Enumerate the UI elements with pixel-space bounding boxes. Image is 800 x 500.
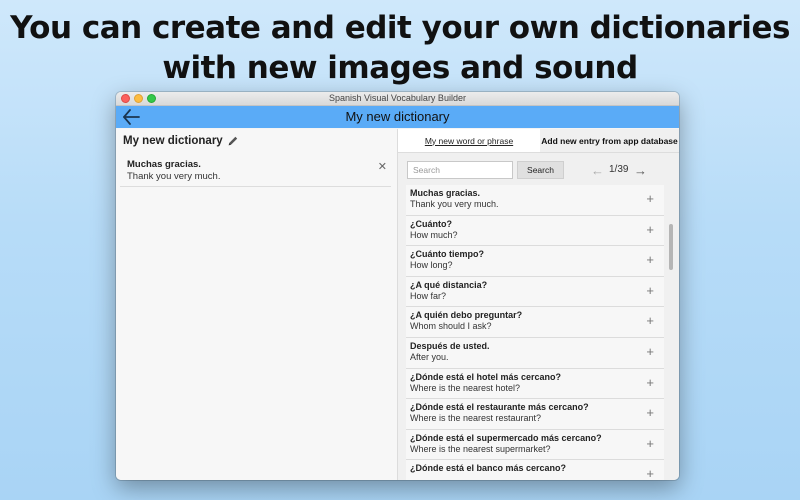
list-item[interactable]: ¿A qué distancia? How far? + xyxy=(406,276,664,308)
item-spanish: Muchas gracias. xyxy=(410,188,481,198)
pencil-icon[interactable] xyxy=(227,135,239,147)
entry-spanish: Muchas gracias. xyxy=(127,159,201,170)
item-spanish: ¿Dónde está el supermercado más cercano? xyxy=(410,432,602,443)
tab-app-database[interactable]: Add new entry from app database xyxy=(540,129,679,152)
list-item[interactable]: ¿Dónde está el banco más cercano? + xyxy=(406,460,664,480)
title-bar: Spanish Visual Vocabulary Builder xyxy=(116,92,679,106)
nav-title: My new dictionary xyxy=(345,109,450,124)
plus-icon[interactable]: + xyxy=(646,252,654,267)
item-spanish: ¿A qué distancia? xyxy=(410,279,488,290)
item-english: After you. xyxy=(410,351,449,362)
plus-icon[interactable]: + xyxy=(646,283,654,298)
list-item[interactable]: ¿Cuánto tiempo? How long? + xyxy=(406,246,664,277)
item-spanish: ¿Dónde está el banco más cercano? xyxy=(410,463,567,474)
search-button[interactable]: Search xyxy=(517,161,564,179)
promo-line-2: with new images and sound xyxy=(162,50,638,86)
promo-headline: You can create and edit your own diction… xyxy=(0,8,800,88)
item-english: How long? xyxy=(410,260,453,271)
item-english: Where is the nearest hotel? xyxy=(410,382,521,393)
item-english: Whom should I ask? xyxy=(410,321,492,332)
window-title: Spanish Visual Vocabulary Builder xyxy=(329,93,466,103)
item-spanish: Después de usted. xyxy=(410,340,490,351)
list-item[interactable]: Muchas gracias. Thank you very much. + xyxy=(406,185,664,216)
page-indicator: 1/39 xyxy=(609,164,629,175)
promo-line-1: You can create and edit your own diction… xyxy=(10,10,790,46)
nav-bar: My new dictionary xyxy=(116,106,679,128)
arrow-right-icon[interactable]: → xyxy=(634,163,647,178)
dictionary-title-row: My new dictionary xyxy=(116,129,397,153)
database-list: Muchas gracias. Thank you very much. + ¿… xyxy=(406,185,664,480)
search-input[interactable] xyxy=(407,161,513,179)
item-spanish: ¿Cuánto? xyxy=(410,218,452,229)
list-item[interactable]: ¿Dónde está el restaurante más cercano? … xyxy=(406,399,664,430)
item-english: Thank you very much. xyxy=(410,199,499,209)
list-item[interactable]: Después de usted. After you. + xyxy=(406,337,664,369)
entry-english: Thank you very much. xyxy=(127,171,221,182)
arrow-left-icon[interactable]: ← xyxy=(591,163,604,178)
tab-bar: My new word or phrase Add new entry from… xyxy=(398,129,679,153)
list-item[interactable]: ¿Dónde está el supermercado más cercano?… xyxy=(406,429,664,461)
app-window: Spanish Visual Vocabulary Builder My new… xyxy=(116,92,679,480)
list-item[interactable]: ¿A quién debo preguntar? Whom should I a… xyxy=(406,307,664,338)
close-icon[interactable]: ✕ xyxy=(378,160,387,173)
item-english: How far? xyxy=(410,290,447,301)
item-english: Where is the nearest restaurant? xyxy=(410,413,542,424)
search-row: Search ← 1/39 → xyxy=(398,153,679,185)
item-spanish: ¿Dónde está el restaurante más cercano? xyxy=(410,402,589,413)
dictionary-entry[interactable]: Muchas gracias. Thank you very much. ✕ xyxy=(120,157,391,187)
plus-icon[interactable]: + xyxy=(646,222,654,237)
dictionary-title: My new dictionary xyxy=(123,135,223,147)
list-item[interactable]: ¿Cuánto? How much? + xyxy=(406,215,664,247)
plus-icon[interactable]: + xyxy=(646,375,654,390)
item-english: How much? xyxy=(410,229,458,240)
plus-icon[interactable]: + xyxy=(646,344,654,359)
plus-icon[interactable]: + xyxy=(646,466,654,480)
list-item[interactable]: ¿Dónde está el hotel más cercano? Where … xyxy=(406,368,664,400)
item-spanish: ¿Cuánto tiempo? xyxy=(410,249,484,260)
scrollbar[interactable] xyxy=(669,224,673,270)
tab-my-word[interactable]: My new word or phrase xyxy=(398,129,540,152)
item-english: Where is the nearest supermarket? xyxy=(410,443,551,454)
plus-icon[interactable]: + xyxy=(646,191,654,206)
plus-icon[interactable]: + xyxy=(646,436,654,451)
plus-icon[interactable]: + xyxy=(646,405,654,420)
item-spanish: ¿A quién debo preguntar? xyxy=(410,310,523,321)
item-spanish: ¿Dónde está el hotel más cercano? xyxy=(410,371,562,382)
add-entry-panel: My new word or phrase Add new entry from… xyxy=(398,129,679,480)
dictionary-panel: My new dictionary Muchas gracias. Thank … xyxy=(116,129,398,480)
plus-icon[interactable]: + xyxy=(646,313,654,328)
main-content: My new dictionary Muchas gracias. Thank … xyxy=(116,129,679,480)
